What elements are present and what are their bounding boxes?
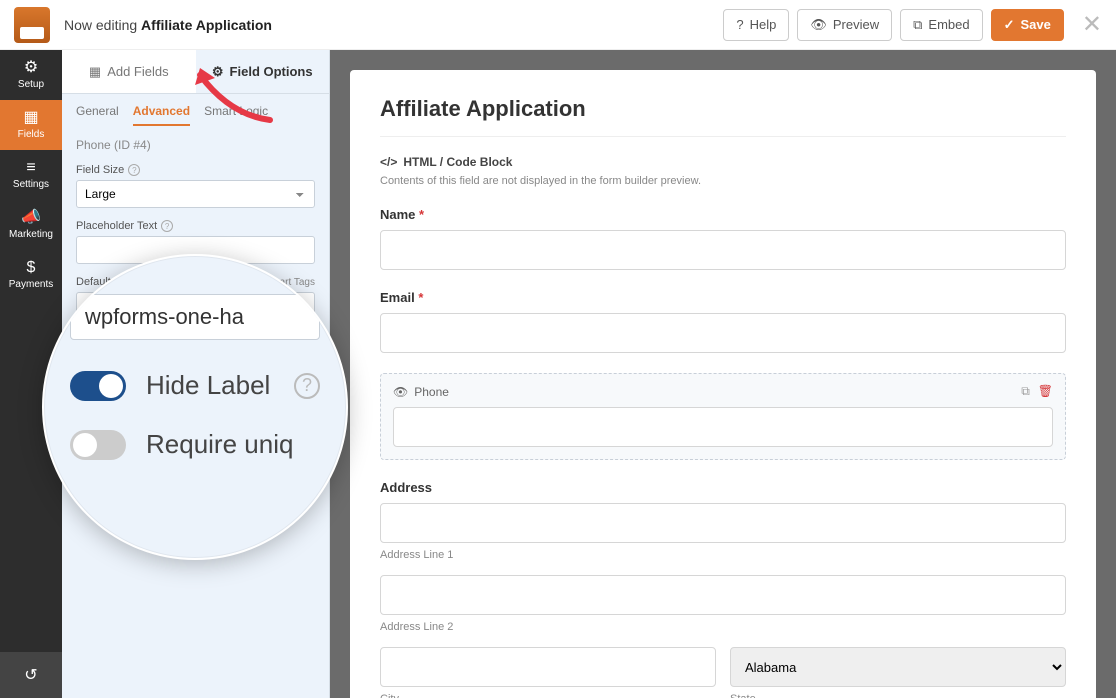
check-icon: ✓ [1004, 17, 1015, 33]
hide-label-text: Hide Label [146, 370, 270, 401]
rail-marketing[interactable]: 📣 Marketing [0, 200, 62, 250]
subtab-smart-logic[interactable]: Smart Logic [204, 104, 268, 126]
eye-off-icon: 👁 [393, 385, 408, 399]
address-line1-input[interactable] [380, 503, 1066, 543]
address-line2-sublabel: Address Line 2 [380, 621, 1066, 633]
help-icon[interactable]: ? [294, 373, 320, 399]
field-id-heading: Phone (ID #4) [76, 138, 315, 152]
state-sublabel: State [730, 693, 1066, 698]
name-label: Name * [380, 207, 1066, 222]
help-button[interactable]: ? Help [723, 9, 789, 41]
address-line2-input[interactable] [380, 575, 1066, 615]
form-title: Affiliate Application [380, 96, 1066, 137]
sliders-icon: ≡ [26, 160, 35, 176]
email-label: Email * [380, 290, 1066, 305]
rail-history[interactable]: ↺ [0, 652, 62, 698]
code-icon: </> [380, 155, 397, 169]
hide-label-toggle[interactable] [70, 371, 126, 401]
sliders-icon: ⚙ [212, 64, 224, 80]
gear-icon: ⚙ [24, 60, 38, 76]
dollar-icon: $ [27, 260, 36, 276]
address-label: Address [380, 480, 1066, 495]
phone-label: Phone [414, 385, 449, 399]
code-block-sub: Contents of this field are not displayed… [380, 175, 1066, 187]
help-icon: ? [736, 17, 743, 32]
help-icon[interactable]: ? [128, 164, 140, 176]
field-size-select[interactable]: Large [76, 180, 315, 208]
require-unique-text: Require uniq [146, 429, 293, 460]
wpforms-logo [14, 7, 50, 43]
require-unique-toggle[interactable] [70, 430, 126, 460]
help-icon[interactable]: ? [161, 220, 173, 232]
form-canvas-wrap: Affiliate Application </> HTML / Code Bl… [330, 50, 1116, 698]
css-classes-input[interactable] [70, 294, 320, 340]
top-bar: Now editing Affiliate Application ? Help… [0, 0, 1116, 50]
state-select[interactable]: Alabama [730, 647, 1066, 687]
code-block-heading: </> HTML / Code Block [380, 155, 1066, 169]
phone-field-block[interactable]: 👁 Phone ⧉ 🗑 [380, 373, 1066, 460]
phone-input[interactable] [393, 407, 1053, 447]
now-editing-label: Now editing Affiliate Application [64, 17, 272, 33]
rail-settings[interactable]: ≡ Settings [0, 150, 62, 200]
duplicate-icon[interactable]: ⧉ [1021, 384, 1030, 399]
fields-icon: ▦ [23, 110, 38, 126]
history-icon: ↺ [24, 665, 37, 685]
placeholder-label: Placeholder Text? [76, 220, 315, 232]
zoom-lens: Hide Label ? Require uniq [42, 254, 348, 560]
tab-field-options[interactable]: ⚙ Field Options [196, 50, 330, 93]
email-input[interactable] [380, 313, 1066, 353]
embed-icon: ⧉ [913, 17, 922, 33]
form-canvas: Affiliate Application </> HTML / Code Bl… [350, 70, 1096, 698]
subtab-general[interactable]: General [76, 104, 119, 126]
embed-button[interactable]: ⧉ Embed [900, 9, 983, 41]
city-input[interactable] [380, 647, 716, 687]
close-icon[interactable]: ✕ [1082, 10, 1102, 39]
megaphone-icon: 📣 [21, 210, 41, 226]
tab-add-fields[interactable]: ▦ Add Fields [62, 50, 196, 93]
name-input[interactable] [380, 230, 1066, 270]
save-button[interactable]: ✓ Save [991, 9, 1064, 41]
rail-payments[interactable]: $ Payments [0, 250, 62, 300]
field-size-label: Field Size? [76, 164, 315, 176]
rail-setup[interactable]: ⚙ Setup [0, 50, 62, 100]
address-line1-sublabel: Address Line 1 [380, 549, 1066, 561]
subtab-advanced[interactable]: Advanced [133, 104, 190, 126]
city-sublabel: City [380, 693, 716, 698]
eye-icon: 👁 [810, 17, 827, 33]
preview-button[interactable]: 👁 Preview [797, 9, 892, 41]
grid-icon: ▦ [89, 64, 101, 80]
trash-icon[interactable]: 🗑 [1038, 384, 1053, 399]
rail-fields[interactable]: ▦ Fields [0, 100, 62, 150]
